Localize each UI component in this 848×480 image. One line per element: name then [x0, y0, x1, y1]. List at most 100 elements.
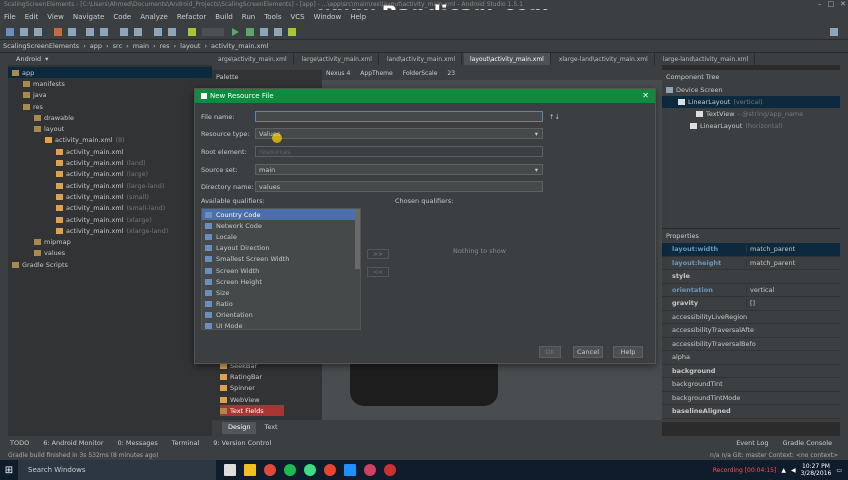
recording-indicator[interactable]: Recording [00:04:15]	[713, 467, 777, 474]
device-preview[interactable]	[350, 360, 498, 406]
resource-type-select[interactable]: Values ▾	[255, 128, 543, 139]
menu-vcs[interactable]: VCS	[290, 13, 304, 21]
editor-tab[interactable]: land\activity_main.xml	[380, 53, 463, 65]
tree-node[interactable]: layout	[8, 123, 212, 134]
menu-help[interactable]: Help	[350, 13, 366, 21]
menu-edit[interactable]: Edit	[25, 13, 39, 21]
menu-navigate[interactable]: Navigate	[73, 13, 104, 21]
taskbar-search[interactable]: Search Windows	[18, 460, 216, 480]
palette-category[interactable]: Text Fields	[220, 405, 284, 417]
property-value[interactable]: match_parent	[746, 245, 840, 254]
right-tool-strip[interactable]	[840, 65, 848, 437]
help-button[interactable]: Help	[613, 346, 643, 358]
tree-node[interactable]: res	[8, 101, 212, 112]
volume-icon[interactable]: ◀	[791, 467, 796, 474]
tree-node[interactable]: activity_main.xml (8)	[8, 135, 212, 146]
tree-node[interactable]: activity_main.xml	[8, 146, 212, 157]
qualifier-item[interactable]: Size	[202, 287, 360, 298]
menu-file[interactable]: File	[4, 13, 16, 21]
tree-node[interactable]: activity_main.xml (large-land)	[8, 180, 212, 191]
breadcrumb-app[interactable]: app	[90, 42, 102, 50]
palette-item[interactable]: Spinner	[220, 383, 284, 394]
file-explorer-icon[interactable]	[244, 464, 256, 476]
theme-selector[interactable]: AppTheme	[360, 70, 392, 80]
folder-selector[interactable]: FolderScale	[403, 70, 438, 80]
tree-node[interactable]: drawable	[8, 112, 212, 123]
component-node[interactable]: LinearLayout (horizontal)	[662, 120, 840, 132]
qualifiers-scrollbar[interactable]	[355, 209, 360, 269]
property-row[interactable]: gravity []	[662, 297, 840, 311]
property-row[interactable]: background	[662, 365, 840, 378]
qualifier-item[interactable]: Screen Width	[202, 265, 360, 276]
add-qualifier-button[interactable]: >>	[367, 249, 389, 259]
cancel-button[interactable]: Cancel	[573, 346, 603, 358]
component-node[interactable]: Device Screen	[662, 84, 840, 96]
property-row[interactable]: alpha	[662, 351, 840, 365]
maximize-icon[interactable]: □	[828, 0, 835, 8]
editor-tab[interactable]: large\activity_main.xml	[295, 53, 379, 65]
qualifier-item[interactable]: Network Code	[202, 220, 360, 231]
property-row[interactable]: orientation vertical	[662, 284, 840, 297]
menu-run[interactable]: Run	[242, 13, 255, 21]
component-node-selected[interactable]: LinearLayout (vertical)	[662, 96, 840, 108]
property-row[interactable]: layout:height match_parent	[662, 257, 840, 270]
gradle-console-tool-button[interactable]: Gradle Console	[783, 439, 833, 447]
property-row[interactable]: baselineAligned	[662, 405, 840, 419]
breadcrumb-file[interactable]: activity_main.xml	[211, 42, 269, 50]
property-row[interactable]: backgroundTintMode	[662, 392, 840, 405]
event-log-tool-button[interactable]: Event Log	[736, 439, 768, 447]
left-tool-strip[interactable]	[0, 65, 8, 437]
android-monitor-tool-button[interactable]: 6: Android Monitor	[43, 439, 103, 447]
component-node[interactable]: TextView - @string/app_name	[662, 108, 840, 120]
maya-icon[interactable]	[344, 464, 356, 476]
start-button[interactable]: ⊞	[0, 460, 18, 480]
api-selector[interactable]: 23	[447, 70, 455, 80]
editor-tab-active[interactable]: layout\activity_main.xml	[464, 53, 551, 65]
app-icon[interactable]	[364, 464, 376, 476]
menu-refactor[interactable]: Refactor	[177, 13, 206, 21]
tab-design[interactable]: Design	[222, 422, 257, 434]
todo-tool-button[interactable]: TODO	[10, 439, 29, 447]
qualifier-item[interactable]: Screen Height	[202, 276, 360, 287]
task-view-icon[interactable]	[224, 464, 236, 476]
tree-node[interactable]: manifests	[8, 78, 212, 89]
tree-node[interactable]: app	[8, 67, 212, 79]
qualifier-item[interactable]: Ratio	[202, 299, 360, 310]
tree-node[interactable]: Gradle Scripts	[8, 259, 212, 270]
messages-tool-button[interactable]: 0: Messages	[118, 439, 158, 447]
tree-node[interactable]: activity_main.xml (small)	[8, 191, 212, 202]
tree-node[interactable]: mipmap	[8, 236, 212, 247]
close-icon[interactable]: ✕	[840, 0, 846, 8]
breadcrumb-src[interactable]: src	[113, 42, 123, 50]
tree-node[interactable]: values	[8, 248, 212, 259]
tree-node[interactable]: activity_main.xml (large)	[8, 169, 212, 180]
directory-name-input[interactable]: values	[255, 181, 543, 192]
tree-node[interactable]: activity_main.xml (xlarge)	[8, 214, 212, 225]
property-row[interactable]: layout:width match_parent	[662, 243, 840, 257]
spotify-icon[interactable]	[284, 464, 296, 476]
qualifier-item[interactable]: Orientation	[202, 310, 360, 321]
sort-icon[interactable]: ↑↓	[549, 113, 560, 121]
tree-node[interactable]: java	[8, 90, 212, 101]
qualifier-item[interactable]: Country Code	[202, 209, 360, 221]
device-selector[interactable]: Nexus 4	[326, 70, 350, 80]
editor-tab[interactable]: xlarge-land\activity_main.xml	[552, 53, 655, 65]
source-set-select[interactable]: main ▾	[255, 164, 543, 175]
menu-analyze[interactable]: Analyze	[140, 13, 168, 21]
qualifier-item[interactable]: UI Mode	[202, 321, 360, 329]
file-name-input[interactable]	[255, 111, 543, 122]
minimize-icon[interactable]: –	[818, 0, 822, 8]
editor-tab[interactable]: large-land\activity_main.xml	[656, 53, 756, 65]
ok-button[interactable]: OK	[539, 346, 561, 358]
property-value[interactable]: match_parent	[746, 258, 840, 267]
breadcrumb-project[interactable]: ScalingScreenElements	[3, 42, 79, 50]
qualifier-item[interactable]: Layout Direction	[202, 243, 360, 254]
property-value[interactable]: []	[746, 299, 840, 308]
property-row[interactable]: accessibilityTraversalAfte	[662, 324, 840, 338]
version-control-tool-button[interactable]: 9: Version Control	[213, 439, 271, 447]
menu-window[interactable]: Window	[314, 13, 342, 21]
breadcrumb-layout[interactable]: layout	[180, 42, 200, 50]
clock[interactable]: 10:27 PM 3/28/2016	[801, 463, 832, 477]
tree-node[interactable]: activity_main.xml (xlarge-land)	[8, 225, 212, 236]
property-row[interactable]: style	[662, 270, 840, 284]
